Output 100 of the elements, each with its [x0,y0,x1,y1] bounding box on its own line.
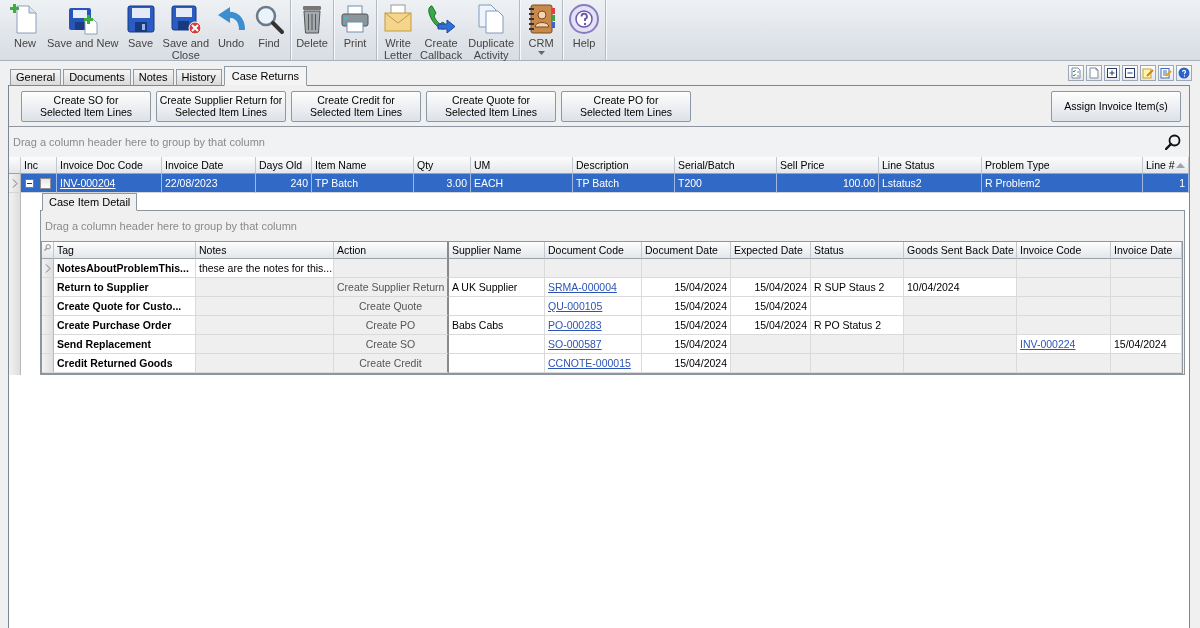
phone-arrow-icon [425,3,458,35]
link[interactable]: SRMA-000004 [548,281,617,293]
column-header[interactable]: UM [471,157,573,174]
column-header[interactable]: Inc [21,157,57,174]
column-header[interactable]: Invoice Date [1111,242,1182,259]
toolbar-button[interactable]: Save and Close [159,0,213,60]
link[interactable]: CCNOTE-000015 [548,357,631,369]
table-cell: 10/04/2024 [904,278,1017,297]
table-cell: Create PO [334,316,449,335]
search-icon[interactable] [1165,134,1181,150]
assign-button[interactable]: Assign Invoice Item(s) [1051,90,1181,122]
table-cell: 15/04/2024 [731,278,811,297]
column-header[interactable]: Document Code [545,242,642,259]
column-header[interactable]: Invoice Date [162,157,256,174]
table-cell: these are the notes for this... [196,259,334,278]
row-header[interactable] [42,316,54,335]
row-header[interactable] [42,297,54,316]
table-cell: Create SO [334,335,449,354]
row-header[interactable] [42,354,54,373]
column-header[interactable]: Document Date [642,242,731,259]
column-header[interactable]: Invoice Code [1017,242,1111,259]
table-cell: Create Purchase Order [54,316,196,335]
toolbar-button[interactable]: Delete [293,0,332,60]
printer-icon [339,3,372,35]
column-header[interactable]: Problem Type [982,157,1143,174]
column-header[interactable]: Notes [196,242,334,259]
link[interactable]: SO-000587 [548,338,602,350]
table-cell: R Problem2 [982,174,1143,193]
table-cell: Babs Cabs [449,316,545,335]
column-header[interactable]: Description [573,157,675,174]
row-header[interactable] [42,335,54,354]
table-cell: 15/04/2024 [642,335,731,354]
checkbox[interactable] [40,177,51,189]
action-button[interactable]: Create SO for Selected Item Lines [21,90,151,122]
column-header[interactable]: Status [811,242,904,259]
table-cell: R PO Status 2 [811,316,904,335]
tab[interactable]: General [10,69,62,86]
table-cell: TP Batch [573,174,675,193]
table-cell: EACH [471,174,573,193]
row-header[interactable] [42,259,54,278]
table-cell: 22/08/2023 [162,174,256,193]
toolbar-button[interactable]: Undo [212,0,251,60]
column-header[interactable]: Goods Sent Back Date [904,242,1017,259]
floppy-close-icon [169,3,202,35]
column-header[interactable]: Line # [1143,157,1189,174]
table-cell: A UK Supplier [449,278,545,297]
current-row-icon [11,178,18,188]
column-header[interactable]: Serial/Batch [675,157,777,174]
column-header[interactable]: Tag [54,242,196,259]
table-cell: 15/04/2024 [642,278,731,297]
tab[interactable]: Case Returns [223,66,308,86]
tab[interactable]: Documents [63,69,131,86]
action-button[interactable]: Create Quote for Selected Item Lines [426,90,556,122]
toolbar-button[interactable]: CRM [522,0,561,60]
toolbar-button[interactable]: Duplicate Activity [465,0,518,60]
search-icon [253,3,286,35]
column-header[interactable]: Item Name [312,157,414,174]
group-hint: Drag a column header here to group by that column [13,136,265,148]
toolbar-button[interactable]: Help [565,0,604,60]
checklist-icon[interactable] [1068,65,1084,81]
action-button[interactable]: Create Credit for Selected Item Lines [291,90,421,122]
table-cell: 100.00 [777,174,879,193]
column-header[interactable]: Sell Price [777,157,879,174]
plus-box-icon[interactable] [1104,65,1120,81]
help-icon[interactable] [1176,65,1192,81]
help-icon [568,3,601,35]
column-header[interactable]: Line Status [879,157,982,174]
action-button[interactable]: Create PO for Selected Item Lines [561,90,691,122]
tab[interactable]: Case Item Detail [42,193,138,211]
toolbar-button[interactable]: Print [336,0,375,60]
table-row[interactable]: INV-000204 22/08/2023 240 TP Batch 3.00 EACH TP Batch T200 100.00 Lstatus2 R Problem2 1 [9,174,1189,193]
tab[interactable]: Notes [132,69,174,86]
link[interactable]: QU-000105 [548,300,603,312]
action-button[interactable]: Create Supplier Return for Selected Item Lines [156,90,286,122]
toolbar-button[interactable]: Save [121,0,160,60]
toolbar-button[interactable]: Write Letter [379,0,418,60]
column-header[interactable]: Invoice Doc Code [57,157,162,174]
toolbar-button[interactable]: Create Callback [417,0,466,60]
table-cell: 15/04/2024 [1111,335,1182,354]
minus-box-icon[interactable] [25,178,34,188]
table-cell: Create Quote for Custo... [54,297,196,316]
minus-box-icon[interactable] [1122,65,1138,81]
link[interactable]: INV-000204 [60,177,116,189]
table-cell: 240 [256,174,312,193]
table-cell: 3.00 [414,174,471,193]
toolbar-button[interactable]: New [6,0,44,60]
table-cell: Lstatus2 [879,174,982,193]
column-header[interactable]: Action [334,242,449,259]
tab[interactable]: History [175,69,222,86]
toolbar-button[interactable]: Find [250,0,289,60]
column-header[interactable]: Days Old [256,157,312,174]
column-header[interactable]: Supplier Name [449,242,545,259]
toolbar-button[interactable]: Save and New [44,0,122,60]
link[interactable]: INV-000224 [1020,338,1076,350]
notepad-pencil-icon[interactable] [1158,65,1174,81]
table-cell: R SUP Staus 2 [811,278,904,297]
link[interactable]: PO-000283 [548,319,602,331]
row-header[interactable] [42,278,54,297]
column-header[interactable]: Expected Date [731,242,811,259]
column-header[interactable]: Qty [414,157,471,174]
